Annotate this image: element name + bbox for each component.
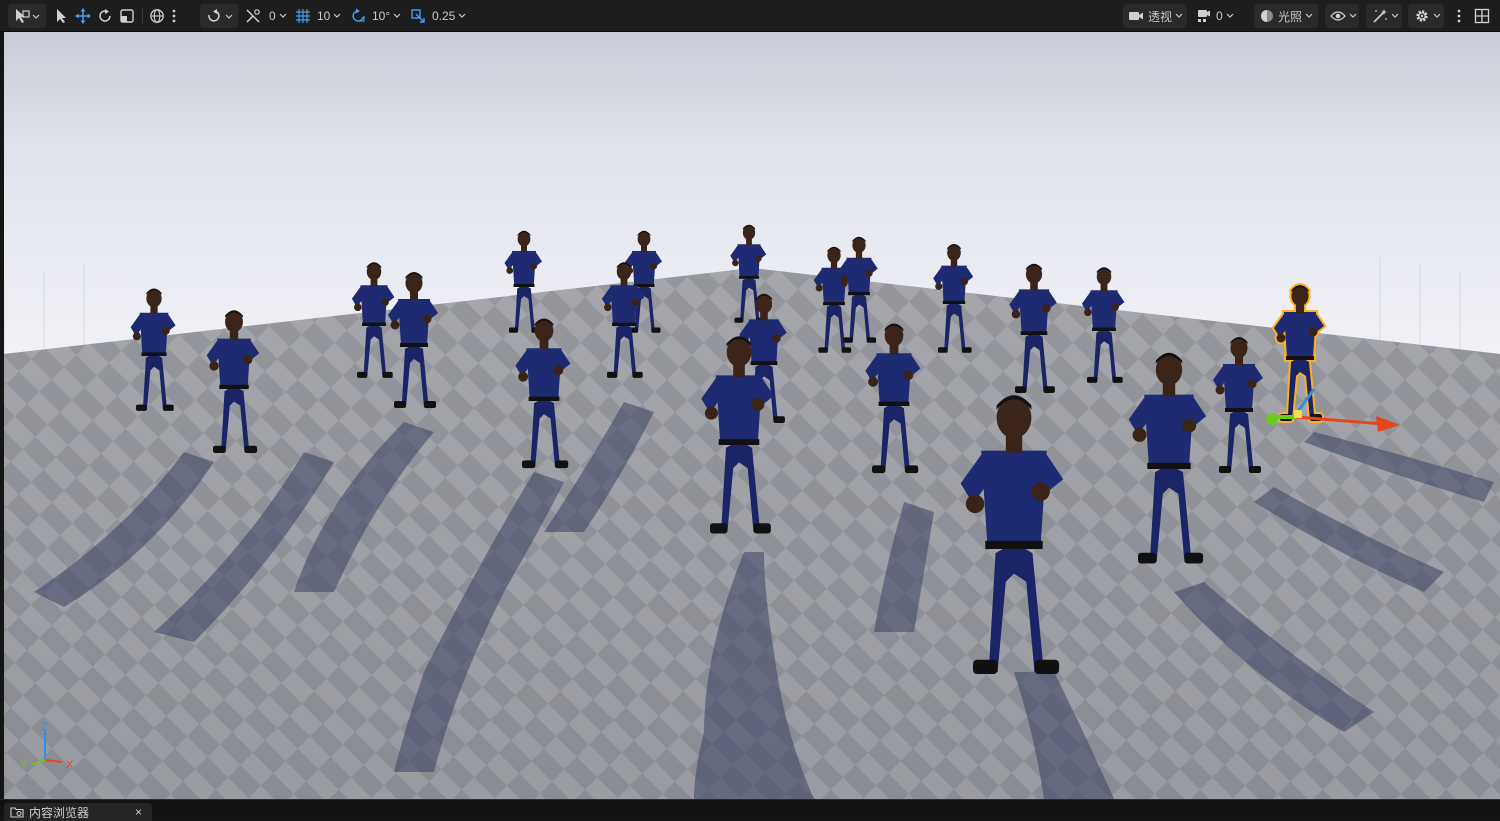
tab-close-button[interactable]: × <box>135 805 142 819</box>
viewport-settings-dropdown[interactable] <box>1414 5 1441 27</box>
angle-snap-value: 10° <box>372 9 391 23</box>
scale-tool-button[interactable] <box>119 5 135 27</box>
rotate-tool-button[interactable] <box>97 5 113 27</box>
rotation-snap-value: 0 <box>269 9 276 23</box>
rotation-snap-dropdown[interactable]: 0 <box>245 5 287 27</box>
axis-indicator-svg: Z Y X <box>20 721 74 771</box>
camera-speed-value: 0 <box>1216 9 1223 23</box>
select-tool-button[interactable] <box>54 5 68 27</box>
axis-indicator: Z Y X <box>14 720 84 771</box>
snap-to-floor-icon <box>246 9 260 23</box>
axis-y-label: Y <box>20 759 28 770</box>
more-options-button[interactable] <box>170 5 178 27</box>
view-mode-label: 透视 <box>1148 9 1173 24</box>
scale-icon <box>120 9 134 23</box>
eye-icon <box>1330 11 1346 21</box>
chevron-down-icon <box>1226 13 1234 18</box>
grid-snap-value: 10 <box>317 9 331 23</box>
surface-snap-icon <box>208 9 233 22</box>
select-mode-dropdown[interactable] <box>14 5 40 27</box>
content-browser-tab-label: 内容浏览器 <box>29 805 90 820</box>
chevron-down-icon <box>279 13 287 18</box>
lighting-mode-dropdown[interactable]: 光照 <box>1260 5 1313 27</box>
content-browser-icon <box>10 807 24 818</box>
magic-wand-icon <box>1373 9 1387 23</box>
lit-sphere-icon <box>1261 10 1273 22</box>
lighting-mode-label: 光照 <box>1278 9 1303 24</box>
axis-x-label: X <box>66 759 74 770</box>
scale-snap-value: 0.25 <box>432 9 456 23</box>
camera-speed-dropdown[interactable]: 0 <box>1196 5 1234 27</box>
angle-snap-dropdown[interactable]: 10° <box>350 5 401 27</box>
bottom-panel-bar: 内容浏览器 × <box>0 799 1500 821</box>
viewport-scene[interactable] <box>4 32 1500 799</box>
chevron-down-icon <box>1391 13 1399 18</box>
toolbar-separator <box>142 8 143 24</box>
gizmo-center-handle[interactable] <box>1294 410 1302 418</box>
show-flags-dropdown[interactable] <box>1330 5 1357 27</box>
chevron-down-icon <box>1175 13 1183 18</box>
select-mode-icon <box>16 9 40 23</box>
viewport-toolbar: 0 10 10° 0.25 透视 0 光照 <box>0 0 1500 32</box>
rotate-icon <box>99 9 111 22</box>
surface-snapping-dropdown[interactable] <box>206 5 234 27</box>
scale-snap-icon <box>411 9 425 23</box>
angle-snap-icon <box>352 8 365 22</box>
grid-snap-dropdown[interactable]: 10 <box>295 5 341 27</box>
move-arrows-icon <box>75 8 91 24</box>
scale-snap-dropdown[interactable]: 0.25 <box>410 5 466 27</box>
camera-icon <box>1129 12 1143 20</box>
translate-tool-button[interactable] <box>75 5 91 27</box>
content-browser-tab[interactable]: 内容浏览器 × <box>4 803 152 821</box>
viewport-options-button[interactable] <box>1455 5 1463 27</box>
coordinate-space-button[interactable] <box>149 5 165 27</box>
vertical-dots-icon <box>172 9 176 23</box>
chevron-down-icon <box>458 13 466 18</box>
chevron-down-icon <box>393 13 401 18</box>
camera-speed-icon <box>1198 10 1210 22</box>
globe-icon <box>150 9 164 23</box>
layout-grid-icon <box>1474 8 1490 24</box>
chevron-down-icon <box>1349 13 1357 18</box>
vertical-dots-icon <box>1457 9 1461 23</box>
chevron-down-icon <box>1433 13 1441 18</box>
grid-snap-icon <box>296 9 310 23</box>
chevron-down-icon <box>333 13 341 18</box>
scalability-dropdown[interactable] <box>1372 5 1399 27</box>
gizmo-y-handle[interactable] <box>1266 413 1278 425</box>
cursor-arrow-icon <box>57 9 66 23</box>
gear-icon <box>1416 10 1428 22</box>
chevron-down-icon <box>1305 13 1313 18</box>
viewport-layout-button[interactable] <box>1474 5 1490 27</box>
level-viewport[interactable]: Z Y X <box>4 32 1500 799</box>
axis-z-label: Z <box>41 721 48 733</box>
view-mode-dropdown[interactable]: 透视 <box>1128 5 1183 27</box>
